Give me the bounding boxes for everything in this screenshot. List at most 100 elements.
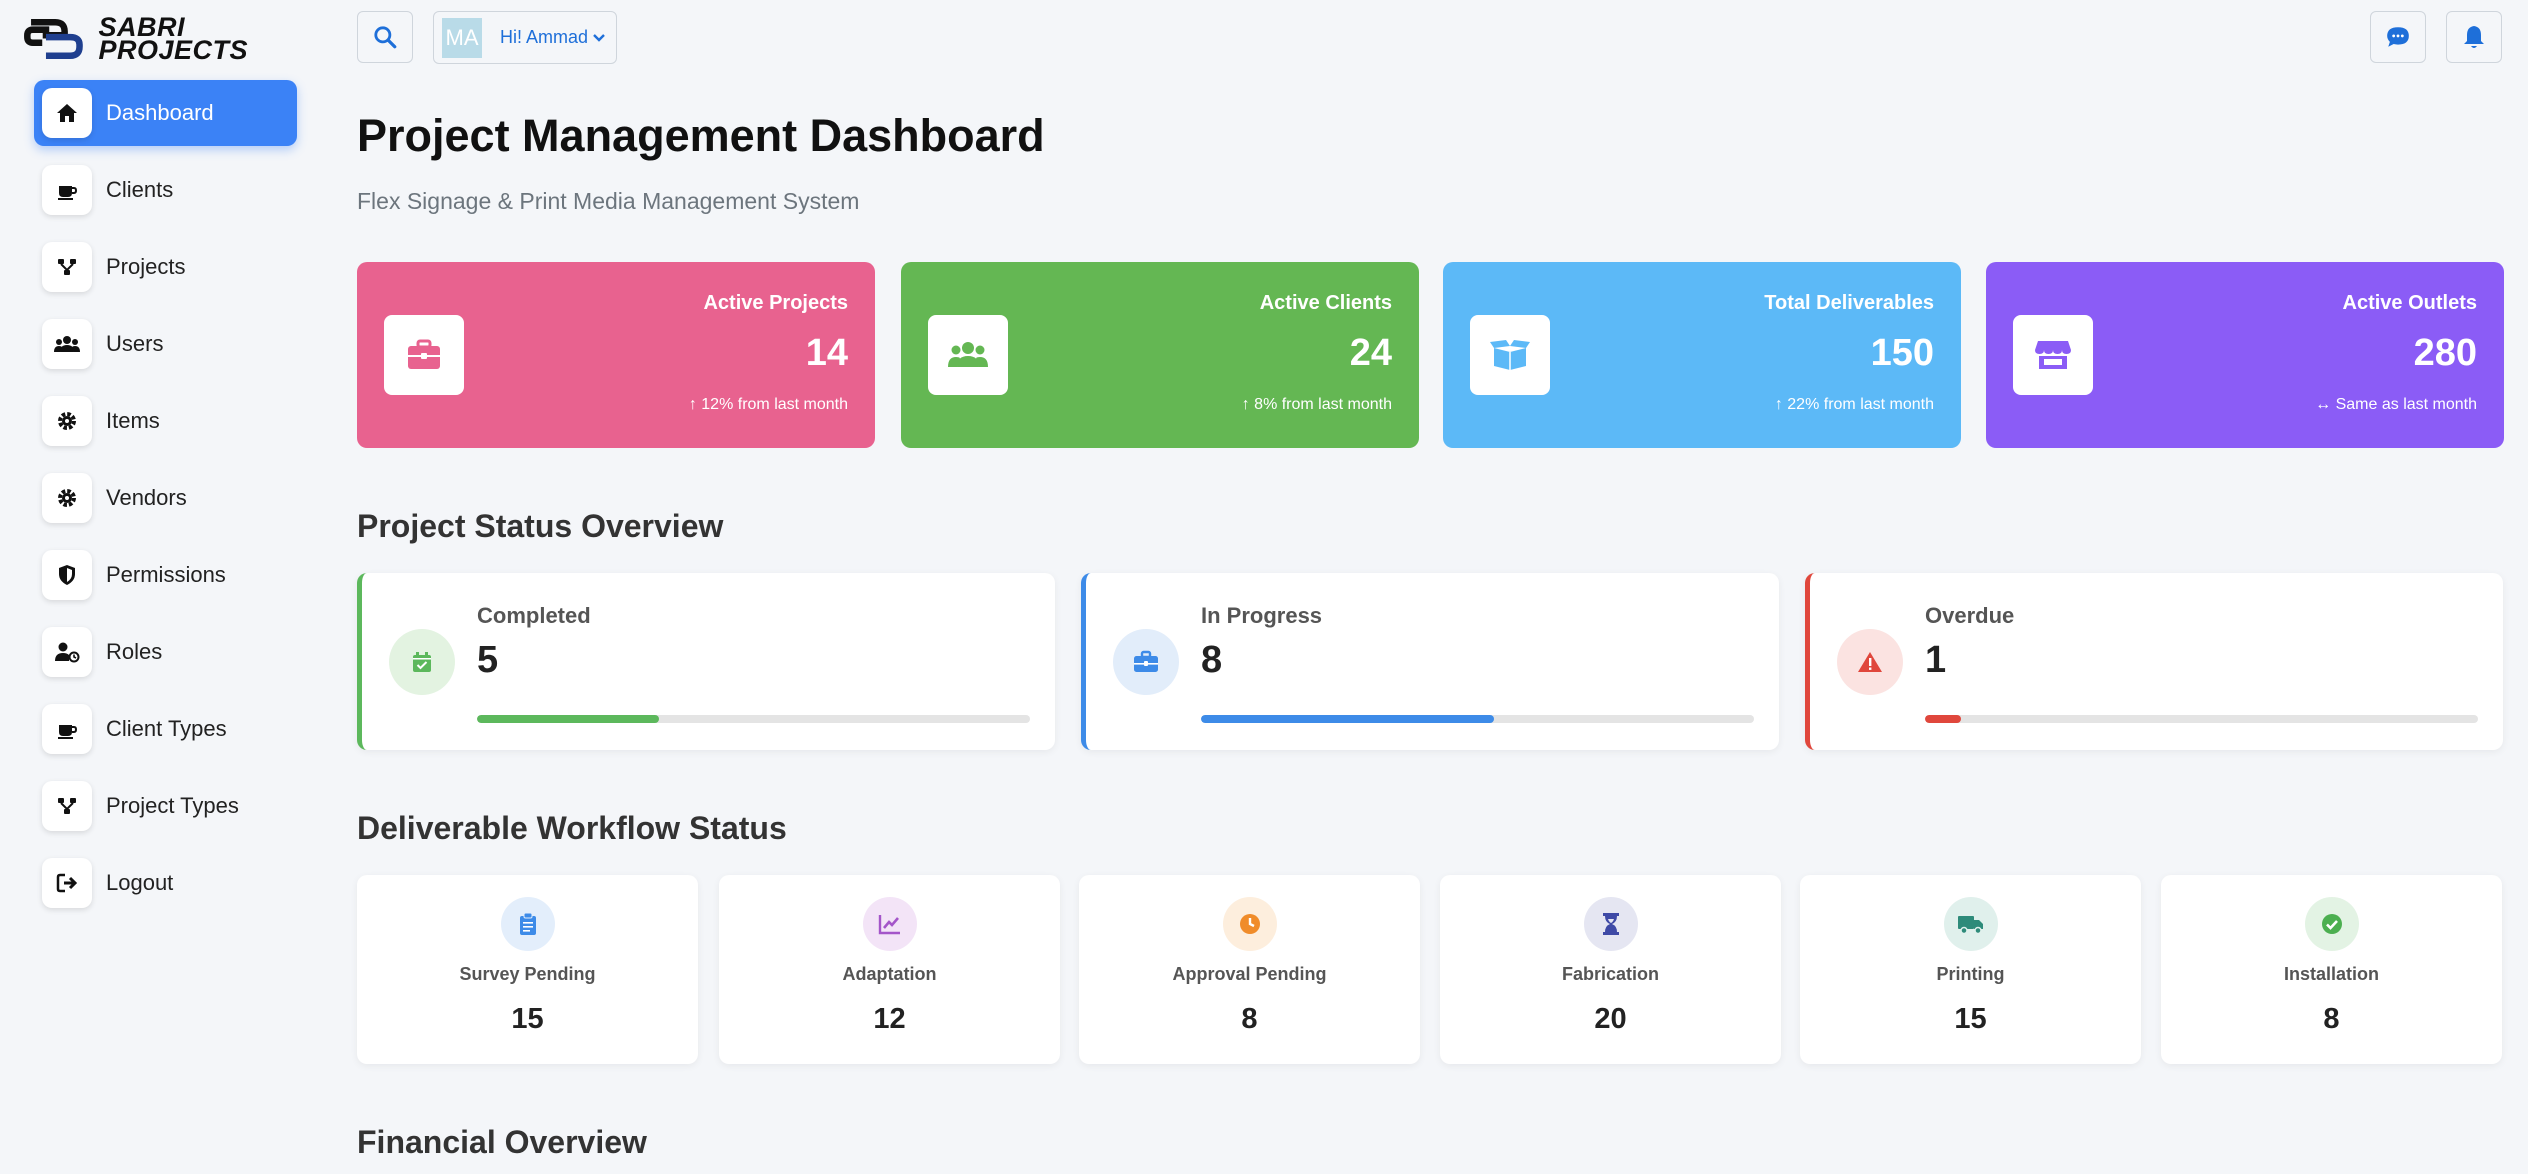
progress-bar xyxy=(477,715,1030,723)
status-label: Completed xyxy=(477,603,591,628)
shield-icon xyxy=(42,550,92,600)
gear-icon xyxy=(42,473,92,523)
sidebar: SABRI PROJECTS Dashboard Clients Project… xyxy=(0,0,333,1174)
page-title: Project Management Dashboard xyxy=(357,110,1045,161)
workflow-card-survey-pending[interactable]: Survey Pending 15 xyxy=(357,875,698,1064)
sidebar-item-clients[interactable]: Clients xyxy=(34,157,297,223)
logo-mark-icon xyxy=(24,18,83,60)
workflow-value: 8 xyxy=(1241,1003,1258,1035)
clock-icon xyxy=(1222,897,1277,951)
home-icon xyxy=(42,88,92,138)
status-label: Overdue xyxy=(1925,603,2015,628)
truck-icon xyxy=(1943,897,1998,951)
check-circle-icon xyxy=(2304,897,2359,951)
sidebar-item-project-types[interactable]: Project Types xyxy=(34,773,297,839)
coffee-icon xyxy=(42,165,92,215)
chart-line-icon xyxy=(862,897,917,951)
workflow-card-adaptation[interactable]: Adaptation 12 xyxy=(719,875,1060,1064)
sidebar-item-label: Permissions xyxy=(106,562,226,587)
sidebar-item-users[interactable]: Users xyxy=(34,311,297,377)
sidebar-item-dashboard[interactable]: Dashboard xyxy=(34,80,297,146)
stat-card-active-clients[interactable]: Active Clients 24 ↑ 8% from last month xyxy=(901,262,1419,448)
stat-change: ↑ 8% from last month xyxy=(1241,396,1392,413)
stat-change: ↑ 12% from last month xyxy=(688,396,848,413)
workflow-card-installation[interactable]: Installation 8 xyxy=(2161,875,2502,1064)
sidebar-item-permissions[interactable]: Permissions xyxy=(34,542,297,608)
stat-value: 14 xyxy=(805,332,848,374)
sidebar-item-label: Projects xyxy=(106,254,186,279)
sitemap-icon xyxy=(42,242,92,292)
stat-value: 24 xyxy=(1349,332,1392,374)
stat-title: Active Outlets xyxy=(2342,292,2477,314)
sitemap-icon xyxy=(42,781,92,831)
avatar: MA xyxy=(442,17,482,58)
status-label: In Progress xyxy=(1201,603,1323,628)
bell-icon xyxy=(2464,26,2484,48)
brand-line2: PROJECTS xyxy=(98,35,248,65)
sidebar-item-logout[interactable]: Logout xyxy=(34,850,297,916)
stat-change: ↑ 22% from last month xyxy=(1774,396,1934,413)
user-lock-icon xyxy=(42,627,92,677)
sidebar-item-label: Vendors xyxy=(106,485,187,510)
chevron-down-icon xyxy=(593,33,605,42)
sidebar-item-label: Roles xyxy=(106,639,163,664)
workflow-label: Approval Pending xyxy=(1172,964,1327,984)
sidebar-item-label: Project Types xyxy=(106,793,239,818)
search-icon xyxy=(374,26,397,49)
users-icon xyxy=(928,315,1008,395)
stat-card-active-outlets[interactable]: Active Outlets 280 ↔ Same as last month xyxy=(1986,262,2504,448)
sidebar-nav: Dashboard Clients Projects Users Items V… xyxy=(34,80,297,927)
sidebar-item-label: Users xyxy=(106,331,164,356)
status-value: 8 xyxy=(1201,639,1223,681)
workflow-value: 15 xyxy=(1954,1003,1987,1035)
status-value: 1 xyxy=(1925,639,1947,681)
status-card-in-progress[interactable]: In Progress 8 xyxy=(1081,573,1779,750)
users-icon xyxy=(42,319,92,369)
sidebar-item-vendors[interactable]: Vendors xyxy=(34,465,297,531)
section-title-financial: Financial Overview xyxy=(357,1124,647,1160)
sidebar-item-projects[interactable]: Projects xyxy=(34,234,297,300)
briefcase-icon xyxy=(1113,629,1179,695)
clipboard-icon xyxy=(500,897,555,951)
stat-change: ↔ Same as last month xyxy=(2315,396,2477,413)
status-card-overdue[interactable]: Overdue 1 xyxy=(1805,573,2503,750)
stat-title: Active Projects xyxy=(703,292,848,314)
user-menu[interactable]: MA Hi! Ammad xyxy=(433,11,617,64)
sidebar-item-label: Items xyxy=(106,408,160,433)
workflow-card-approval-pending[interactable]: Approval Pending 8 xyxy=(1079,875,1420,1064)
sidebar-item-client-types[interactable]: Client Types xyxy=(34,696,297,762)
stat-card-active-projects[interactable]: Active Projects 14 ↑ 12% from last month xyxy=(357,262,875,448)
sidebar-item-roles[interactable]: Roles xyxy=(34,619,297,685)
stat-value: 150 xyxy=(1870,332,1934,374)
workflow-card-fabrication[interactable]: Fabrication 20 xyxy=(1440,875,1781,1064)
stat-value: 280 xyxy=(2413,332,2477,374)
workflow-value: 15 xyxy=(511,1003,544,1035)
search-button[interactable] xyxy=(357,11,413,63)
user-greeting: Hi! Ammad xyxy=(500,27,589,47)
page-subtitle: Flex Signage & Print Media Management Sy… xyxy=(357,188,860,214)
calendar-check-icon xyxy=(389,629,455,695)
sidebar-item-items[interactable]: Items xyxy=(34,388,297,454)
workflow-label: Installation xyxy=(2283,964,2379,984)
stat-card-total-deliverables[interactable]: Total Deliverables 150 ↑ 22% from last m… xyxy=(1443,262,1961,448)
coffee-icon xyxy=(42,704,92,754)
briefcase-icon xyxy=(384,315,464,395)
progress-bar xyxy=(1201,715,1754,723)
store-icon xyxy=(2013,315,2093,395)
status-card-completed[interactable]: Completed 5 xyxy=(357,573,1055,750)
workflow-label: Printing xyxy=(1936,964,2005,984)
workflow-card-printing[interactable]: Printing 15 xyxy=(1800,875,2141,1064)
brand-logo[interactable]: SABRI PROJECTS xyxy=(18,14,248,64)
warning-icon xyxy=(1837,629,1903,695)
hourglass-icon xyxy=(1583,897,1638,951)
notifications-button[interactable] xyxy=(2446,11,2502,63)
messages-button[interactable] xyxy=(2370,11,2426,63)
section-title-workflow: Deliverable Workflow Status xyxy=(357,810,787,846)
progress-fill xyxy=(477,715,660,723)
box-open-icon xyxy=(1470,315,1550,395)
stat-title: Active Clients xyxy=(1259,292,1392,314)
progress-bar xyxy=(1925,715,2478,723)
workflow-value: 8 xyxy=(2323,1003,2340,1035)
sidebar-item-label: Clients xyxy=(106,177,174,202)
progress-fill xyxy=(1201,715,1495,723)
